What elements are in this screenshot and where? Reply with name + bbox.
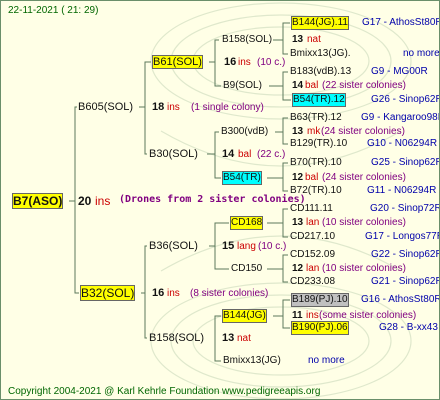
ba-r4-id[interactable]: CD233.08: [290, 276, 335, 288]
bb-mother-id[interactable]: B144(JG): [222, 309, 267, 323]
tb-r3-info: G25 - Sinop62R: [371, 157, 440, 168]
sire-year: 18: [152, 101, 165, 113]
ba-father-year: 12: [292, 263, 304, 274]
ba-origin: lang: [237, 241, 256, 252]
ba-r4-info: G21 - Sinop62R: [371, 276, 440, 287]
sire-queen-id[interactable]: B605(SOL): [78, 101, 133, 113]
tb-father-origin: bal: [305, 172, 319, 183]
tb-r3-id[interactable]: B70(TR).10: [290, 157, 342, 169]
website-link[interactable]: www.pedigreeapis.org: [222, 386, 320, 398]
tb-father-note: (24 sister colonies): [322, 172, 406, 183]
ba-r2-id[interactable]: CD217.10: [290, 231, 335, 243]
ta-r2-info: no more: [403, 48, 440, 59]
bb-mother-origin: ins: [306, 310, 319, 321]
sire-note: (1 single colony): [191, 102, 264, 113]
tb-r2-id[interactable]: B129(TR).10: [290, 138, 347, 150]
ba-r1-id[interactable]: CD111.11: [290, 203, 333, 215]
tb-father-id[interactable]: B54(TR): [222, 171, 262, 185]
ta-r4-info: G26 - Sinop62R: [371, 94, 440, 105]
ta-r3-info: G9 - MG00R: [371, 66, 428, 77]
bb-mother-year: 11: [292, 310, 303, 321]
tb-mother-note: (24 sister colonies): [321, 126, 405, 137]
ta-r4-id[interactable]: B54(TR).12: [292, 93, 346, 107]
ba-father-note: (10 sister colonies): [322, 263, 406, 274]
report-timestamp: 22-11-2021 ( 21: 29): [8, 5, 99, 16]
bb-r1-id[interactable]: B189(PJ).10: [291, 293, 349, 307]
tb-mother-year: 13: [292, 126, 304, 137]
bb-origin: nat: [237, 333, 251, 344]
ba-year: 15: [222, 240, 235, 252]
tb-mother-id[interactable]: B300(vdB): [221, 126, 268, 138]
ta-father-note: (22 sister colonies): [322, 80, 406, 91]
bb-r2-info: G28 - B-xx43: [379, 322, 438, 333]
ba-queen-id[interactable]: B36(SOL): [149, 240, 198, 252]
ta-father-origin: bal: [305, 80, 319, 91]
ta-r3-id[interactable]: B183(vdB).13: [290, 66, 351, 78]
ba-mother-note: (10 sister colonies): [322, 217, 406, 228]
tb-r1-id[interactable]: B63(TR).12: [290, 112, 342, 124]
ta-r1-info: G17 - AthosSt80R: [362, 17, 440, 28]
tb-r2-info: G10 - N06294R: [367, 138, 438, 149]
ta-note: (10 c.): [257, 57, 286, 68]
ba-mother-origin: lan: [306, 217, 320, 228]
ba-r3-info: G22 - Sinop62R: [371, 249, 440, 260]
ba-r1-info: G20 - Sinop72R: [370, 203, 440, 214]
tb-mother-origin: mk: [307, 126, 321, 137]
copyright-text: Copyright 2004-2021 @ Karl Kehrle Founda…: [8, 386, 220, 397]
ta-year: 16: [224, 56, 237, 68]
ta-father-year: 14: [292, 80, 304, 91]
ta-mother-origin: nat: [307, 34, 321, 45]
bb-r2-id[interactable]: B190(PJ).06: [291, 321, 349, 335]
tb-r1-info: G9 - Kangaroo98R: [361, 112, 440, 123]
root-drone-note: (Drones from 2 sister colonies): [119, 194, 306, 205]
tb-year: 14: [222, 148, 235, 160]
dam-origin: ins: [167, 288, 180, 299]
root-origin: ins: [95, 194, 111, 208]
bb-year: 13: [222, 332, 235, 344]
tb-origin: bal: [238, 149, 252, 160]
ba-mother-year: 13: [292, 217, 304, 228]
bb-queen-id[interactable]: B158(SOL): [149, 332, 204, 344]
ba-father-id[interactable]: CD150: [231, 263, 262, 275]
bb-r1-info: G16 - AthosSt80R: [361, 294, 440, 305]
ta-r2-id[interactable]: Bmixx13(JG).: [290, 48, 351, 60]
dam-queen-id[interactable]: B32(SOL): [79, 285, 136, 301]
root-year: 20: [78, 194, 92, 208]
sire-origin: ins: [167, 102, 180, 113]
ba-note: (10 c.): [258, 241, 287, 252]
ba-r2-info: G17 - Longos77R: [365, 231, 440, 242]
pedigree-frame: 22-11-2021 ( 21: 29) Copyright 2004-2021…: [0, 0, 440, 400]
tb-queen-id[interactable]: B30(SOL): [149, 148, 198, 160]
bb-mother-note: (some sister colonies): [319, 310, 417, 321]
tb-father-year: 12: [292, 172, 304, 183]
dam-note: (8 sister colonies): [190, 288, 269, 299]
tb-note: (22 c.): [257, 149, 286, 160]
ba-mother-id[interactable]: CD168: [229, 216, 264, 230]
dam-year: 16: [152, 287, 165, 299]
ta-r1-id[interactable]: B144(JG).11: [291, 16, 349, 30]
root-queen-id[interactable]: B7(ASO): [11, 193, 64, 209]
bb-father-info: no more: [308, 355, 345, 366]
bb-father-id[interactable]: Bmixx13(JG): [223, 355, 281, 367]
ta-origin: ins: [238, 57, 251, 68]
ta-father-id[interactable]: B9(SOL): [223, 80, 262, 92]
tb-r4-id[interactable]: B72(TR).10: [290, 185, 342, 197]
ba-father-origin: lan: [306, 263, 320, 274]
ba-r3-id[interactable]: CD152.09: [290, 249, 335, 261]
ta-mother-id[interactable]: B158(SOL): [222, 34, 272, 46]
tb-r4-info: G11 - N06294R: [367, 185, 437, 196]
ta-mother-year: 13: [292, 34, 304, 45]
ta-queen-id[interactable]: B61(SOL): [152, 55, 203, 69]
